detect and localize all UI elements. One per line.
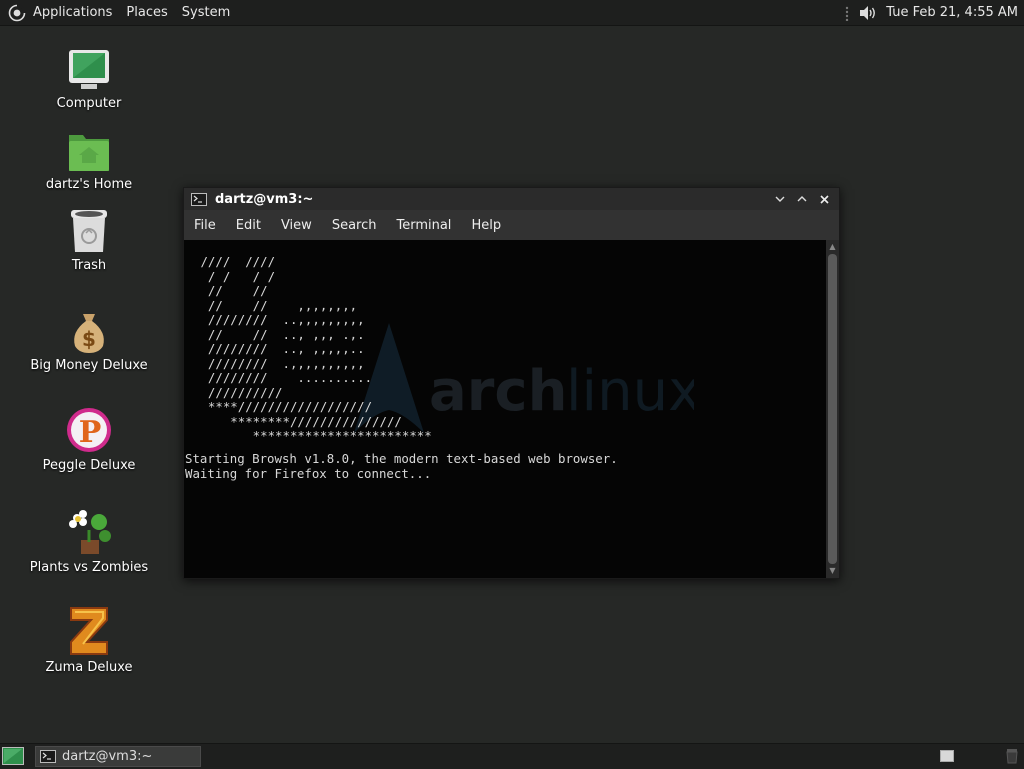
ascii-line: // // ,,,,,,,, bbox=[193, 297, 358, 313]
terminal-output[interactable]: arch linux //// //// / / / / // // // //… bbox=[184, 240, 826, 578]
panel-tray: Tue Feb 21, 4:55 AM bbox=[844, 0, 1020, 25]
window-titlebar[interactable]: dartz@vm3:~ bbox=[184, 188, 839, 210]
plants-icon bbox=[69, 510, 111, 554]
taskbar-item-terminal[interactable]: dartz@vm3:~ bbox=[35, 746, 201, 767]
computer-icon bbox=[69, 50, 109, 89]
desktop-icon-label: Trash bbox=[71, 258, 107, 273]
desktop-icon-label: Peggle Deluxe bbox=[42, 458, 136, 473]
menu-search[interactable]: Search bbox=[322, 218, 387, 233]
clock[interactable]: Tue Feb 21, 4:55 AM bbox=[886, 5, 1018, 20]
terminal-icon bbox=[191, 192, 207, 206]
zuma-icon bbox=[70, 607, 108, 655]
desktop-icon-pvz[interactable]: Plants vs Zombies bbox=[29, 506, 149, 575]
desktop-icon-computer[interactable]: Computer bbox=[29, 48, 149, 111]
desktop-icon-zuma[interactable]: Zuma Deluxe bbox=[29, 606, 149, 675]
menu-applications[interactable]: Applications bbox=[26, 0, 119, 25]
volume-icon[interactable] bbox=[858, 5, 878, 21]
taskbar-item-label: dartz@vm3:~ bbox=[62, 749, 153, 764]
watermark-linux: linux bbox=[566, 359, 694, 424]
window-controls bbox=[769, 188, 835, 210]
terminal-window[interactable]: dartz@vm3:~ File Edit View Search Termin… bbox=[183, 187, 840, 579]
desktop-icon-label: Zuma Deluxe bbox=[45, 660, 133, 675]
desktop-icon-label: Computer bbox=[56, 96, 122, 111]
close-icon bbox=[819, 194, 829, 204]
ascii-line: //// //// bbox=[193, 254, 276, 269]
desktop-icon-label: dartz's Home bbox=[45, 177, 133, 192]
scroll-thumb[interactable] bbox=[828, 254, 837, 564]
home-folder-icon bbox=[69, 135, 109, 171]
desktop-icon-home[interactable]: dartz's Home bbox=[29, 129, 149, 192]
terminal-menubar: File Edit View Search Terminal Help bbox=[184, 210, 839, 240]
show-desktop-icon[interactable] bbox=[2, 747, 24, 765]
svg-text:$: $ bbox=[82, 327, 96, 351]
menu-help[interactable]: Help bbox=[461, 218, 511, 233]
menu-places[interactable]: Places bbox=[119, 0, 174, 25]
menu-terminal[interactable]: Terminal bbox=[386, 218, 461, 233]
chevron-down-icon bbox=[775, 196, 785, 202]
desktop-icon-trash[interactable]: Trash bbox=[29, 208, 149, 273]
ascii-line: // // .., ,,, .,. bbox=[193, 326, 365, 342]
menu-file[interactable]: File bbox=[184, 218, 226, 233]
window-title: dartz@vm3:~ bbox=[215, 191, 314, 207]
terminal-icon bbox=[40, 750, 56, 763]
scroll-down-arrow-icon[interactable]: ▼ bbox=[826, 565, 839, 577]
ascii-line: // // bbox=[193, 283, 268, 298]
ascii-line: ////////// bbox=[193, 384, 283, 400]
ascii-line: //////// ..,,,,,,,,, bbox=[193, 312, 365, 327]
maximize-button[interactable] bbox=[791, 189, 813, 209]
ascii-line: / / / / bbox=[193, 268, 276, 284]
chevron-up-icon bbox=[797, 196, 807, 202]
menu-view[interactable]: View bbox=[271, 218, 322, 233]
svg-text:P: P bbox=[79, 415, 102, 450]
ascii-line: //////// .......... bbox=[193, 370, 373, 385]
ascii-line: ****////////////////// bbox=[193, 399, 373, 414]
terminal-scrollbar[interactable]: ▲ ▼ bbox=[826, 240, 839, 578]
output-line: Starting Browsh v1.8.0, the modern text-… bbox=[185, 451, 618, 466]
close-button[interactable] bbox=[813, 189, 835, 209]
applications-logo-icon[interactable] bbox=[8, 3, 26, 22]
handle-icon[interactable] bbox=[844, 5, 850, 21]
ascii-line: //////// .,,,,,,,,,, bbox=[193, 355, 365, 371]
scroll-up-arrow-icon[interactable]: ▲ bbox=[826, 241, 839, 253]
menu-system[interactable]: System bbox=[175, 0, 237, 25]
ascii-line: ************************ bbox=[193, 428, 432, 443]
trash-icon bbox=[71, 210, 107, 252]
menu-edit[interactable]: Edit bbox=[226, 218, 271, 233]
ascii-line: ********/////////////// bbox=[193, 413, 402, 429]
desktop-icon-label: Big Money Deluxe bbox=[30, 358, 148, 373]
peggle-icon: P bbox=[67, 408, 111, 452]
bottom-panel: dartz@vm3:~ bbox=[0, 743, 1024, 769]
trash-applet-icon[interactable] bbox=[1004, 748, 1020, 764]
minimize-button[interactable] bbox=[769, 189, 791, 209]
workspace-switcher[interactable] bbox=[940, 750, 954, 762]
ascii-line: //////// .., ,,,,,.. bbox=[193, 341, 365, 356]
watermark-arch: arch bbox=[429, 359, 567, 424]
output-line: Waiting for Firefox to connect... bbox=[185, 465, 432, 481]
desktop-icon-peggle[interactable]: P Peggle Deluxe bbox=[29, 406, 149, 473]
desktop-icon-label: Plants vs Zombies bbox=[29, 560, 149, 575]
top-panel: Applications Places System Tue Feb 21, 4… bbox=[0, 0, 1024, 26]
desktop-icon-big-money[interactable]: $ Big Money Deluxe bbox=[29, 310, 149, 373]
money-bag-icon: $ bbox=[74, 314, 104, 353]
